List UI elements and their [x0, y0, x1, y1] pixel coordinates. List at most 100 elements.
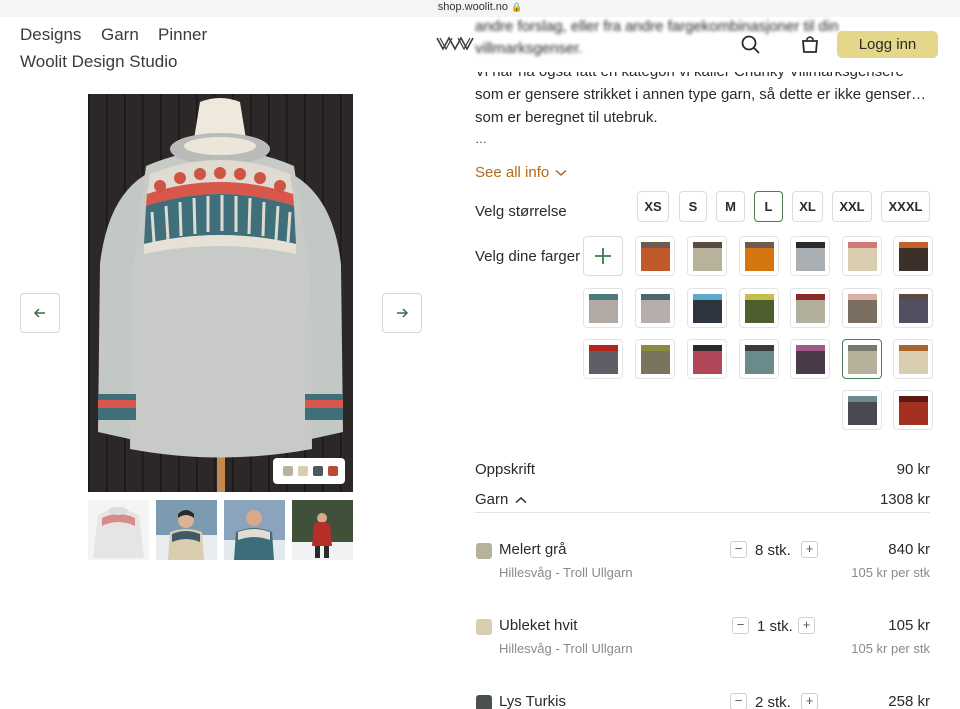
pattern-label: Oppskrift [475, 461, 536, 478]
color-swatch[interactable] [687, 236, 727, 276]
woolit-logo-icon[interactable] [436, 36, 476, 52]
lock-icon: 🔒 [511, 2, 523, 12]
color-dot [283, 466, 293, 476]
swatch-yarn-preview [641, 294, 670, 323]
see-all-info-link[interactable]: See all info [475, 164, 567, 181]
decrease-quantity-button[interactable]: − [730, 541, 747, 558]
color-swatch[interactable] [739, 288, 779, 328]
color-dot [298, 466, 308, 476]
color-swatch[interactable] [842, 339, 882, 379]
login-button[interactable]: Logg inn [837, 31, 938, 58]
color-swatch[interactable] [687, 288, 727, 328]
next-image-button[interactable] [382, 293, 422, 333]
size-option-xs[interactable]: XS [637, 191, 669, 222]
decrease-quantity-button[interactable]: − [730, 693, 747, 709]
description-line-1: Vi har nå også fått en kategori vi kalle… [475, 63, 904, 80]
chevron-up-icon [515, 496, 527, 504]
color-swatch[interactable] [739, 236, 779, 276]
yarn-color-chip [476, 695, 492, 709]
yarn-unit-price: 105 kr per stk [851, 641, 930, 656]
description-ellipsis: … [475, 132, 487, 146]
size-option-l[interactable]: L [754, 191, 783, 222]
color-swatch[interactable] [842, 390, 882, 430]
thumbnail-2[interactable] [156, 500, 217, 560]
swatch-yarn-preview [745, 242, 774, 271]
nav-garn[interactable]: Garn [101, 25, 139, 45]
chevron-down-icon [555, 169, 567, 177]
color-swatch[interactable] [635, 339, 675, 379]
color-swatch[interactable] [842, 236, 882, 276]
color-dots [273, 458, 345, 484]
yarn-toggle[interactable]: Garn [475, 491, 527, 508]
color-swatch[interactable] [583, 339, 623, 379]
increase-quantity-button[interactable]: + [798, 617, 815, 634]
nav-pinner[interactable]: Pinner [158, 25, 207, 45]
swatch-yarn-preview [848, 294, 877, 323]
swatch-yarn-preview [589, 294, 618, 323]
swatch-yarn-preview [848, 345, 877, 374]
swatch-yarn-preview [693, 345, 722, 374]
search-icon[interactable] [740, 34, 762, 56]
nav-designs[interactable]: Designs [20, 25, 81, 45]
color-swatch[interactable] [739, 339, 779, 379]
thumbnail-1[interactable] [88, 500, 149, 560]
color-swatch[interactable] [790, 236, 830, 276]
swatch-yarn-preview [899, 345, 928, 374]
product-image [88, 94, 353, 492]
color-swatch[interactable] [893, 236, 933, 276]
yarn-name: Melert grå [499, 541, 567, 558]
description-blurred-1: andre forslag, eller fra andre fargekomb… [475, 18, 839, 35]
color-swatch[interactable] [635, 236, 675, 276]
yarn-quantity: 8 stk. [755, 542, 791, 559]
swatch-yarn-preview [641, 242, 670, 271]
color-swatch[interactable] [790, 339, 830, 379]
swatch-yarn-preview [848, 396, 877, 425]
color-swatch[interactable] [893, 390, 933, 430]
size-option-xl[interactable]: XL [792, 191, 823, 222]
browser-url-bar[interactable]: shop.woolit.no 🔒 [0, 0, 960, 17]
yarn-price: 105 kr [888, 617, 930, 634]
yarn-quantity: 2 stk. [755, 694, 791, 709]
decrease-quantity-button[interactable]: − [732, 617, 749, 634]
color-swatch[interactable] [687, 339, 727, 379]
yarn-unit-price: 105 kr per stk [851, 565, 930, 580]
yarn-color-chip [476, 619, 492, 635]
shopping-bag-icon[interactable] [799, 34, 821, 56]
thumbnail-4[interactable] [292, 500, 353, 560]
swatch-yarn-preview [693, 242, 722, 271]
thumbnail-3[interactable] [224, 500, 285, 560]
increase-quantity-button[interactable]: + [801, 541, 818, 558]
add-color-button[interactable] [583, 236, 623, 276]
size-option-xxl[interactable]: XXL [832, 191, 872, 222]
arrow-right-icon [397, 308, 409, 318]
color-swatch[interactable] [893, 288, 933, 328]
description-line-2: som er gensere strikket i annen type gar… [475, 86, 927, 103]
color-swatch[interactable] [893, 339, 933, 379]
color-swatch[interactable] [790, 288, 830, 328]
swatch-yarn-preview [796, 345, 825, 374]
size-option-xxxl[interactable]: XXXL [881, 191, 930, 222]
yarn-brand: Hillesvåg - Troll Ullgarn [499, 641, 633, 656]
yarn-color-chip [476, 543, 492, 559]
size-option-s[interactable]: S [679, 191, 707, 222]
swatch-yarn-preview [589, 345, 618, 374]
color-swatch[interactable] [842, 288, 882, 328]
swatch-yarn-preview [899, 294, 928, 323]
swatch-yarn-preview [848, 242, 877, 271]
yarn-label: Garn [475, 491, 509, 508]
swatch-yarn-preview [745, 345, 774, 374]
yarn-brand: Hillesvåg - Troll Ullgarn [499, 565, 633, 580]
url-text: shop.woolit.no [437, 1, 509, 13]
color-swatch[interactable] [635, 288, 675, 328]
nav-design-studio[interactable]: Woolit Design Studio [20, 52, 178, 72]
color-swatch[interactable] [583, 288, 623, 328]
pattern-price: 90 kr [896, 461, 930, 478]
yarn-quantity: 1 stk. [757, 618, 793, 635]
increase-quantity-button[interactable]: + [801, 693, 818, 709]
size-label: Velg størrelse [475, 203, 567, 220]
color-dot [313, 466, 323, 476]
arrow-left-icon [33, 308, 45, 318]
divider [475, 512, 930, 513]
size-option-m[interactable]: M [716, 191, 745, 222]
previous-image-button[interactable] [20, 293, 60, 333]
